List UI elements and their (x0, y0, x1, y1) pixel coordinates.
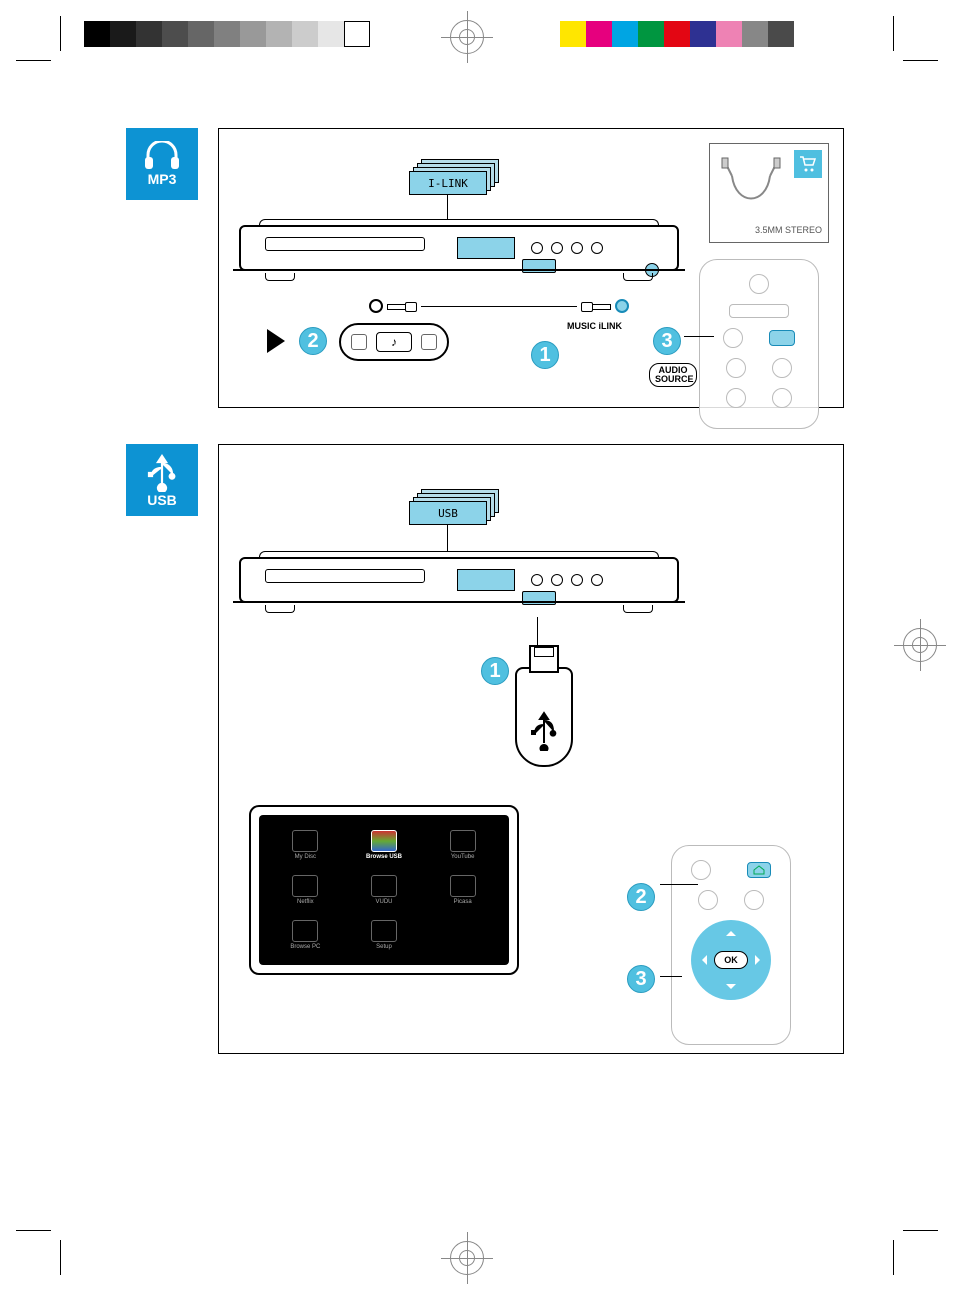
port-label: MUSIC iLINK (567, 321, 622, 331)
accessory-label: 3.5MM STEREO (755, 226, 822, 236)
aux-cable-icon (716, 156, 786, 226)
menu-setup[interactable]: Setup (348, 916, 421, 955)
mp3-panel: I-LINK MUSIC iLINK 2 1 3 ♪ AUDIO SOURCE (218, 128, 844, 408)
usb-panel: USB 1 My Disc Browse USB YouTube Netflix… (218, 444, 844, 1054)
menu-browse-pc[interactable]: Browse PC (269, 916, 342, 955)
step-1: 1 (531, 341, 559, 369)
usb-label: USB (147, 492, 177, 508)
registration-right (903, 628, 937, 662)
step-usb-2: 2 (627, 883, 655, 911)
usb-trident-icon (144, 452, 180, 492)
disc-player (239, 219, 679, 297)
mp3-screen-icon: ♪ (376, 332, 412, 352)
menu-browse-usb[interactable]: Browse USB (348, 825, 421, 864)
plug-left (387, 302, 417, 310)
remote-dpad[interactable]: OK (691, 920, 771, 1000)
play-icon (267, 329, 285, 353)
usb-line (537, 617, 538, 647)
usb-drive (515, 667, 573, 767)
step-3: 3 (653, 327, 681, 355)
usb-logo-icon (529, 711, 559, 751)
menu-mydisc[interactable]: My Disc (269, 825, 342, 864)
step-2: 2 (299, 327, 327, 355)
disc-player-usb (239, 551, 679, 629)
plug-right (581, 302, 611, 310)
jack-left (369, 299, 383, 313)
menu-youtube[interactable]: YouTube (426, 825, 499, 864)
step-usb-3: 3 (627, 965, 655, 993)
mp3-player-device: ♪ (339, 323, 449, 361)
remote-home-btn[interactable] (747, 862, 771, 878)
menu-netflix[interactable]: Netflix (269, 870, 342, 909)
cart-icon (794, 150, 822, 178)
remote-ok-btn[interactable]: OK (714, 951, 748, 969)
audio-source-label: AUDIO SOURCE (649, 363, 697, 387)
tv-menu: My Disc Browse USB YouTube Netflix VUDU … (249, 805, 519, 975)
grayscale-colorbar (84, 21, 370, 47)
cmyk-colorbar (560, 21, 794, 47)
step-usb-1: 1 (481, 657, 509, 685)
remote-control-usb: OK (671, 845, 791, 1045)
menu-picasa[interactable]: Picasa (426, 870, 499, 909)
audio-cable (369, 299, 629, 313)
jack-right (615, 299, 629, 313)
headphones-icon (142, 141, 182, 171)
registration-top (450, 20, 484, 54)
mp3-section-icon: MP3 (126, 128, 198, 200)
registration-bottom (450, 1241, 484, 1275)
accessory-box: 3.5MM STEREO (709, 143, 829, 243)
display-ilink-text: I-LINK (428, 177, 468, 190)
usb-section-icon: USB (126, 444, 198, 516)
menu-vudu[interactable]: VUDU (348, 870, 421, 909)
display-usb-text: USB (438, 507, 458, 520)
home-icon (753, 865, 765, 875)
remote-control (699, 259, 819, 429)
remote-source-btn[interactable] (769, 330, 795, 346)
mp3-label: MP3 (148, 171, 177, 187)
